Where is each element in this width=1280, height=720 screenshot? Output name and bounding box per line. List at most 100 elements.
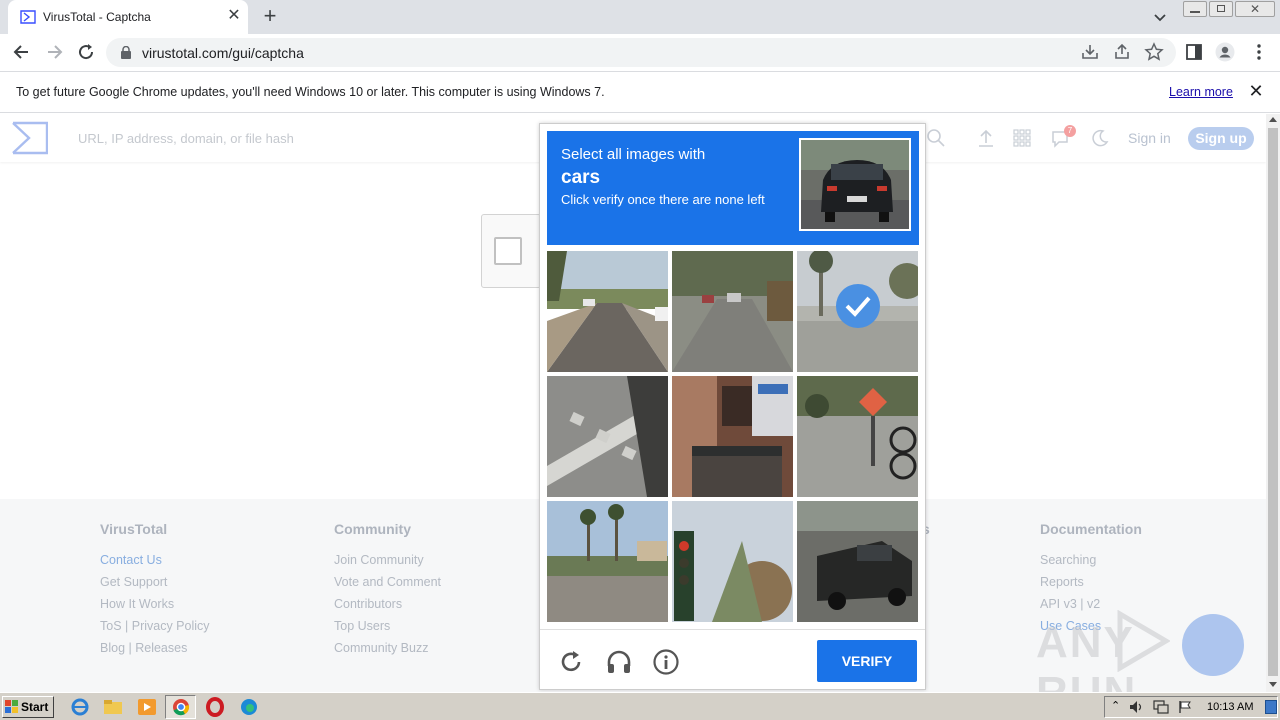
virustotal-logo-icon[interactable]: [12, 120, 48, 156]
tab-title: VirusTotal - Captcha: [43, 10, 151, 24]
browser-menu-icon[interactable]: [1249, 42, 1269, 62]
sign-in-link[interactable]: Sign in: [1128, 130, 1171, 146]
challenge-tile-5[interactable]: [672, 376, 793, 497]
challenge-instructions: Select all images with cars Click verify…: [547, 131, 919, 245]
footer-link-blog-releases[interactable]: Blog | Releases: [100, 641, 187, 655]
learn-more-link[interactable]: Learn more: [1169, 85, 1233, 99]
file-explorer-icon[interactable]: [102, 697, 124, 717]
footer-link-join-community[interactable]: Join Community: [334, 553, 424, 567]
scroll-up-arrow-icon[interactable]: [1269, 117, 1277, 122]
tab-close-icon[interactable]: ✕: [226, 8, 242, 24]
challenge-tile-6[interactable]: [797, 376, 918, 497]
anyrun-watermark: ANY RUN: [1036, 606, 1246, 717]
footer-link-searching[interactable]: Searching: [1040, 553, 1096, 567]
challenge-sample-image: [799, 138, 911, 231]
network-icon[interactable]: [1153, 700, 1169, 714]
challenge-tile-4[interactable]: [547, 376, 668, 497]
scrollbar-thumb[interactable]: [1268, 128, 1278, 676]
audio-challenge-headphones-icon[interactable]: [606, 649, 632, 675]
start-button[interactable]: Start: [2, 696, 54, 718]
close-window-button[interactable]: ✕: [1235, 1, 1275, 17]
challenge-tile-1[interactable]: [547, 251, 668, 372]
address-bar[interactable]: virustotal.com/gui/captcha: [106, 38, 1176, 67]
back-arrow-icon[interactable]: [12, 42, 32, 62]
verify-button[interactable]: VERIFY: [817, 640, 917, 682]
footer-heading-documentation: Documentation: [1040, 521, 1142, 537]
search-input[interactable]: URL, IP address, domain, or file hash: [78, 131, 294, 146]
show-desktop-button[interactable]: [1265, 700, 1277, 714]
dark-mode-moon-icon[interactable]: [1090, 128, 1110, 148]
challenge-tile-3[interactable]: [797, 251, 918, 372]
windows-logo-icon: [5, 700, 18, 713]
footer-link-reports[interactable]: Reports: [1040, 575, 1084, 589]
windows-taskbar: Start ⌃ 10:13 AM: [0, 692, 1280, 720]
scroll-down-arrow-icon[interactable]: [1269, 682, 1277, 687]
footer-link-top-users[interactable]: Top Users: [334, 619, 390, 633]
footer-link-tos-privacy[interactable]: ToS | Privacy Policy: [100, 619, 210, 633]
browser-tab[interactable]: VirusTotal - Captcha ✕: [8, 0, 248, 34]
watermark-circle: [1182, 614, 1244, 676]
side-panel-icon[interactable]: [1184, 42, 1204, 62]
challenge-target-word: cars: [561, 167, 601, 188]
challenge-tile-9[interactable]: [797, 501, 918, 622]
apps-grid-icon[interactable]: [1012, 128, 1032, 148]
recaptcha-checkbox-widget: [481, 214, 541, 288]
internet-explorer-icon[interactable]: [69, 697, 91, 717]
browser-toolbar: virustotal.com/gui/captcha: [0, 34, 1280, 71]
browser-tab-strip: VirusTotal - Captcha ✕ + ✕: [0, 0, 1280, 34]
edge-icon[interactable]: [238, 697, 260, 717]
reload-challenge-icon[interactable]: [558, 649, 584, 675]
notification-badge: 7: [1064, 125, 1076, 137]
recaptcha-challenge-dialog: Select all images with cars Click verify…: [539, 123, 926, 690]
minimize-window-button[interactable]: [1183, 1, 1207, 17]
profile-avatar-icon[interactable]: [1215, 42, 1235, 62]
media-player-icon[interactable]: [136, 697, 158, 717]
recaptcha-checkbox[interactable]: [494, 237, 522, 265]
search-icon[interactable]: [926, 128, 946, 148]
sign-up-button[interactable]: Sign up: [1188, 127, 1254, 150]
start-label: Start: [21, 700, 49, 714]
info-help-icon[interactable]: [653, 649, 679, 675]
footer-link-contact-us[interactable]: Contact Us: [100, 553, 162, 567]
volume-icon[interactable]: [1129, 700, 1145, 714]
reload-icon[interactable]: [76, 42, 96, 62]
tray-expand-icon[interactable]: ⌃: [1111, 699, 1120, 712]
system-tray: ⌃ 10:13 AM: [1104, 696, 1278, 718]
forward-arrow-icon[interactable]: [44, 42, 64, 62]
bookmark-star-icon[interactable]: [1144, 42, 1164, 62]
footer-heading-virustotal: VirusTotal: [100, 521, 168, 537]
new-tab-button[interactable]: +: [259, 5, 281, 28]
footer-link-get-support[interactable]: Get Support: [100, 575, 167, 589]
share-icon[interactable]: [1112, 42, 1132, 62]
restore-window-button[interactable]: [1209, 1, 1233, 17]
chrome-taskbar-button[interactable]: [165, 695, 196, 719]
update-infobar: To get future Google Chrome updates, you…: [0, 71, 1280, 113]
selected-check-icon: [836, 284, 880, 328]
page-scrollbar[interactable]: [1266, 114, 1280, 692]
challenge-hint-text: Click verify once there are none left: [561, 192, 765, 207]
challenge-instruction-text: Select all images with: [561, 146, 706, 163]
notification-count: 7: [1067, 126, 1073, 135]
action-center-flag-icon[interactable]: [1177, 700, 1193, 714]
opera-icon[interactable]: [204, 697, 226, 717]
infobar-message: To get future Google Chrome updates, you…: [16, 85, 605, 99]
watermark-play-logo-icon: [1117, 610, 1170, 672]
infobar-close-icon[interactable]: ✕: [1247, 82, 1265, 100]
taskbar-clock[interactable]: 10:13 AM: [1207, 701, 1253, 713]
challenge-tile-7[interactable]: [547, 501, 668, 622]
challenge-controls: VERIFY: [540, 629, 925, 689]
footer-link-how-it-works[interactable]: How It Works: [100, 597, 174, 611]
chrome-icon: [173, 699, 190, 716]
url-text[interactable]: virustotal.com/gui/captcha: [142, 45, 304, 61]
footer-link-contributors[interactable]: Contributors: [334, 597, 402, 611]
install-app-icon[interactable]: [1080, 42, 1100, 62]
lock-icon[interactable]: [120, 46, 132, 59]
upload-icon[interactable]: [976, 128, 996, 148]
challenge-tile-8[interactable]: [672, 501, 793, 622]
footer-link-community-buzz[interactable]: Community Buzz: [334, 641, 428, 655]
challenge-tile-2[interactable]: [672, 251, 793, 372]
footer-heading-community: Community: [334, 521, 411, 537]
chevron-down-icon[interactable]: [1152, 9, 1168, 25]
footer-link-vote-comment[interactable]: Vote and Comment: [334, 575, 441, 589]
virustotal-favicon-icon: [20, 10, 36, 24]
